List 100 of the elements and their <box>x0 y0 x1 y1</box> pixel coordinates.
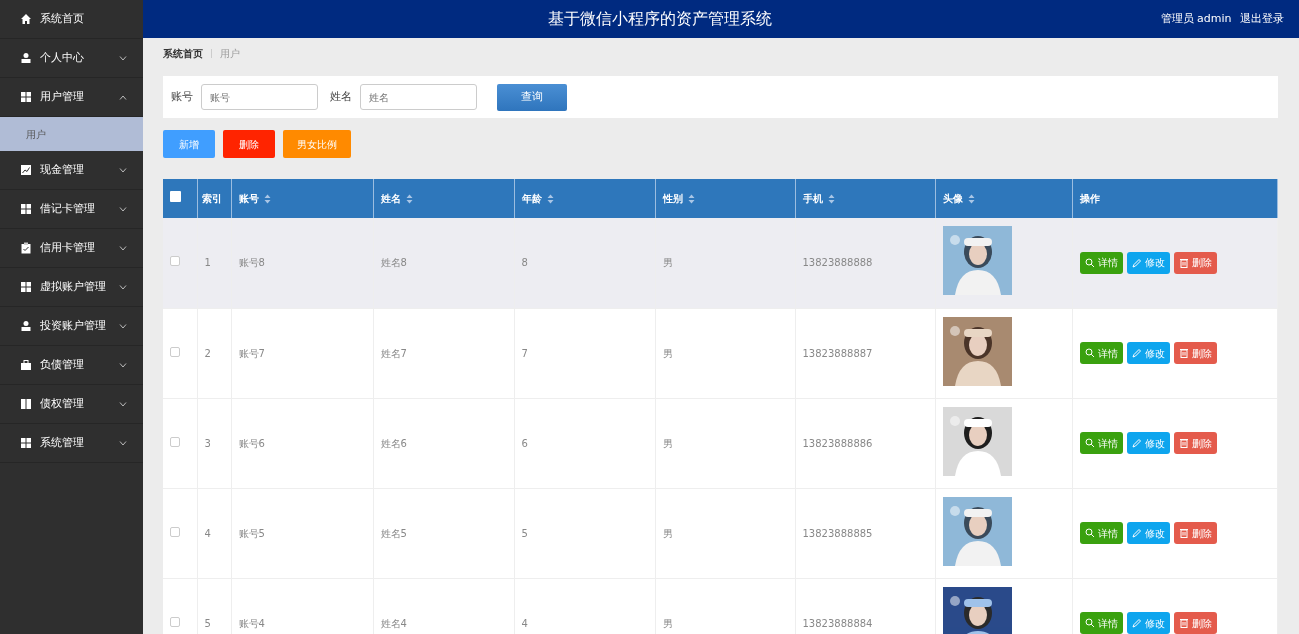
view-button[interactable]: 详情 <box>1079 251 1123 274</box>
table-cell: 3 <box>204 437 211 449</box>
table-cell: 男 <box>662 437 673 449</box>
sort-icon[interactable] <box>263 194 271 204</box>
table-cell: 姓名8 <box>380 257 407 269</box>
user-icon <box>20 320 32 332</box>
submenu-item[interactable]: 用户 <box>0 117 143 151</box>
table-cell: 7 <box>521 347 528 359</box>
column-header[interactable]: 性别 <box>662 193 683 204</box>
sort-icon[interactable] <box>967 194 975 204</box>
column-header[interactable]: 头像 <box>942 193 963 204</box>
column-header[interactable]: 手机 <box>802 193 823 204</box>
checkbox[interactable] <box>170 526 180 537</box>
table-cell: 姓名5 <box>380 527 407 539</box>
delete-button[interactable]: 删除 <box>223 130 275 158</box>
checkbox[interactable] <box>170 436 180 447</box>
delete-button[interactable]: 删除 <box>1173 522 1217 544</box>
view-button[interactable]: 详情 <box>1079 612 1123 634</box>
input-field[interactable]: 账号 <box>201 84 318 110</box>
table-cell: 男 <box>662 617 673 629</box>
clipboard-icon <box>20 242 32 254</box>
trash-icon <box>1178 348 1189 358</box>
search-icon <box>1084 618 1095 628</box>
field-label: 姓名 <box>330 88 352 105</box>
table-cell: 13823888884 <box>802 617 873 629</box>
field-label: 账号 <box>171 88 193 105</box>
table-cell: 男 <box>662 347 673 359</box>
checkbox[interactable] <box>170 191 181 202</box>
table-cell: 13823888885 <box>802 527 873 539</box>
sort-icon[interactable] <box>405 194 413 204</box>
grid-icon <box>20 281 32 293</box>
sidebar-item[interactable]: 债权管理 <box>0 385 143 424</box>
user-icon <box>20 52 32 64</box>
table-cell: 13823888886 <box>802 437 873 449</box>
sort-icon[interactable] <box>827 194 835 204</box>
grid-icon <box>20 437 32 449</box>
chart-button[interactable]: 男女比例 <box>283 130 351 158</box>
sidebar-item[interactable]: 借记卡管理 <box>0 190 143 229</box>
checkbox[interactable] <box>170 256 180 267</box>
table-cell: 13823888888 <box>802 257 873 269</box>
table-cell: 5 <box>204 617 211 629</box>
delete-button[interactable]: 删除 <box>1173 612 1217 634</box>
table-cell: 男 <box>662 257 673 269</box>
sidebar-item[interactable]: 信用卡管理 <box>0 229 143 268</box>
sort-icon[interactable] <box>687 194 695 204</box>
table-cell: 2 <box>204 347 211 359</box>
book-icon <box>20 398 32 410</box>
edit-button[interactable]: 修改 <box>1126 251 1170 274</box>
edit-button[interactable]: 修改 <box>1126 522 1170 544</box>
search-icon <box>1084 257 1095 268</box>
edit-button[interactable]: 修改 <box>1126 432 1170 454</box>
delete-button[interactable]: 删除 <box>1173 432 1217 454</box>
pen-icon <box>1131 438 1142 448</box>
table-cell: 1 <box>204 257 211 269</box>
input-field[interactable]: 姓名 <box>360 84 477 110</box>
table-cell: 账号7 <box>238 347 265 359</box>
breadcrumb-item: 用户 <box>220 46 240 61</box>
pen-icon <box>1131 348 1142 358</box>
column-header[interactable]: 账号 <box>238 193 259 204</box>
pen-icon <box>1131 528 1142 538</box>
sidebar-item[interactable]: 现金管理 <box>0 151 143 190</box>
sidebar-item[interactable]: 虚拟账户管理 <box>0 268 143 307</box>
view-button[interactable]: 详情 <box>1079 522 1123 544</box>
column-header[interactable]: 年龄 <box>521 193 542 204</box>
add-button[interactable]: 新增 <box>163 130 215 158</box>
chart-icon <box>20 164 32 176</box>
table-cell: 姓名4 <box>380 617 407 629</box>
sort-icon[interactable] <box>546 194 554 204</box>
home-icon <box>20 13 32 25</box>
trash-icon <box>1178 257 1189 268</box>
search-button[interactable]: 查询 <box>497 83 567 111</box>
table-cell: 4 <box>204 527 211 539</box>
checkbox[interactable] <box>170 346 180 357</box>
table-cell: 6 <box>521 437 528 449</box>
sidebar-item[interactable]: 个人中心 <box>0 39 143 78</box>
table-cell: 姓名6 <box>380 437 407 449</box>
edit-button[interactable]: 修改 <box>1126 342 1170 364</box>
column-header: 索引 <box>201 193 222 204</box>
delete-button[interactable]: 删除 <box>1173 251 1217 274</box>
view-button[interactable]: 详情 <box>1079 342 1123 364</box>
search-icon <box>1084 348 1095 358</box>
column-header[interactable]: 姓名 <box>380 193 401 204</box>
sidebar-item[interactable]: 系统管理 <box>0 424 143 463</box>
table-cell: 男 <box>662 527 673 539</box>
table-cell: 姓名7 <box>380 347 407 359</box>
view-button[interactable]: 详情 <box>1079 432 1123 454</box>
search-icon <box>1084 438 1095 448</box>
briefcase-icon <box>20 359 32 371</box>
sidebar-item[interactable]: 负债管理 <box>0 346 143 385</box>
logout-link[interactable]: 退出登录 <box>1239 10 1284 28</box>
edit-button[interactable]: 修改 <box>1126 612 1170 634</box>
column-header: 操作 <box>1079 193 1100 204</box>
table-cell: 账号5 <box>238 527 265 539</box>
breadcrumb-item[interactable]: 系统首页 <box>163 45 203 61</box>
sidebar-item[interactable]: 投资账户管理 <box>0 307 143 346</box>
table-cell: 账号8 <box>238 257 265 269</box>
trash-icon <box>1178 438 1189 448</box>
delete-button[interactable]: 删除 <box>1173 342 1217 364</box>
pen-icon <box>1131 618 1142 628</box>
checkbox[interactable] <box>170 616 180 627</box>
